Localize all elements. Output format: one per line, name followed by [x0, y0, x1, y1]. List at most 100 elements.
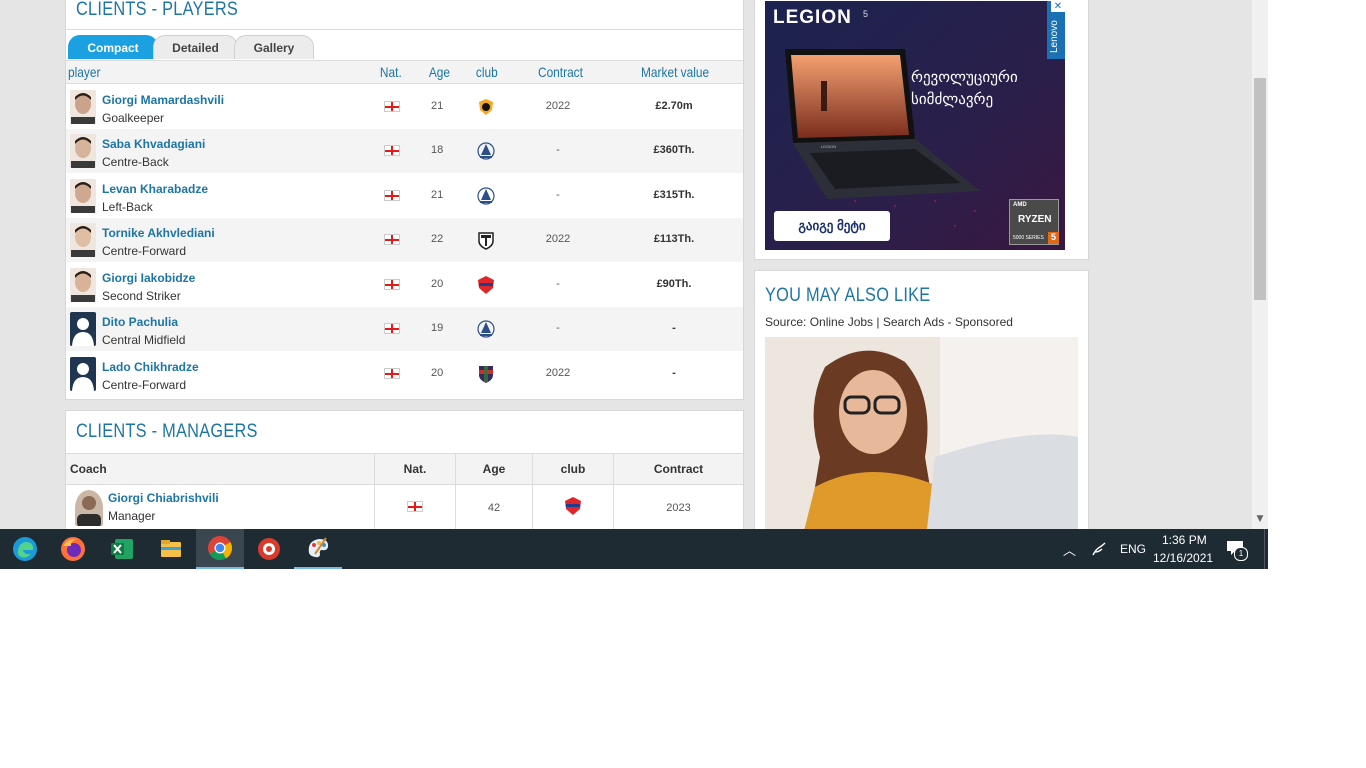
col-age[interactable]: Age [429, 64, 450, 80]
col-nationality[interactable]: Nat. [374, 454, 455, 484]
player-market-value: £113Th. [653, 233, 695, 245]
firefox-icon [61, 537, 85, 561]
georgia-flag-icon [384, 368, 400, 379]
pen-icon[interactable] [1090, 540, 1108, 558]
taskbar-paint[interactable] [294, 529, 342, 569]
tab-compact[interactable]: Compact [68, 35, 158, 59]
player-photo[interactable] [70, 134, 96, 168]
col-market-value[interactable]: Market value [641, 64, 709, 80]
player-name-link[interactable]: Giorgi Iakobidze [102, 271, 195, 285]
table-row: Lado Chikhradze Centre-Forward 20 2022 - [66, 352, 743, 396]
advert-brand: LEGION [773, 7, 852, 28]
player-contract: - [556, 322, 560, 334]
taskbar-excel[interactable] [98, 529, 146, 569]
red-crest-icon[interactable] [563, 496, 583, 516]
dinamo-tbilisi-crest-icon[interactable] [476, 141, 496, 161]
advert-cta-button[interactable]: გაიგე მეტი [774, 211, 890, 241]
player-photo[interactable] [70, 268, 96, 302]
action-center-notification-icon[interactable]: 1 [1226, 540, 1248, 561]
player-contract: 2022 [545, 233, 571, 245]
red-crest-icon[interactable] [476, 275, 496, 295]
taskbar-red-app[interactable] [245, 529, 293, 569]
coach-name-link[interactable]: Giorgi Chiabrishvili [108, 491, 219, 505]
player-age: 18 [431, 144, 444, 156]
app-red-icon [258, 538, 280, 560]
badge-main: RYZEN [1018, 214, 1052, 225]
player-photo[interactable] [70, 357, 96, 391]
advert-brand-sup: 5 [863, 9, 869, 19]
paint-icon [308, 537, 329, 558]
browser-viewport: CLIENTS - PLAYERS Compact Detailed Galle… [0, 0, 1268, 529]
col-nationality[interactable]: Nat. [380, 64, 402, 80]
player-contract: 2022 [545, 367, 571, 379]
player-name-link[interactable]: Tornike Akhvlediani [102, 226, 215, 240]
taskbar-chrome[interactable] [196, 529, 244, 569]
player-name-link[interactable]: Dito Pachulia [102, 315, 178, 329]
player-market-value: £90Th. [656, 278, 692, 290]
player-name-link[interactable]: Giorgi Mamardashvili [102, 93, 224, 107]
col-club[interactable]: club [532, 454, 613, 484]
player-contract: 2022 [545, 100, 571, 112]
lenovo-legion-advert[interactable]: LEGION 5 LEGION Lenovo ✕ რევოლუციური სიმ… [765, 1, 1065, 250]
player-position: Central Midfield [102, 333, 186, 347]
edge-icon [13, 537, 37, 561]
player-market-value: - [672, 367, 676, 379]
valencia-crest-icon[interactable] [476, 97, 496, 117]
amd-ryzen-badge: AMD RYZEN 5000 SERIES 5 [1009, 199, 1059, 245]
player-photo[interactable] [70, 179, 96, 213]
striped-crest-icon[interactable] [476, 364, 496, 384]
show-hidden-icons-chevron-icon[interactable]: ︿ [1063, 540, 1076, 559]
chrome-icon [208, 536, 233, 561]
coach-age: 42 [455, 485, 532, 529]
clock-time[interactable]: 1:36 PM [1162, 533, 1207, 547]
vertical-scrollbar[interactable]: ▼ [1252, 0, 1268, 529]
player-photo[interactable] [70, 90, 96, 124]
windows-taskbar: ︿ ENG 1:36 PM 12/16/2021 1 [0, 529, 1268, 569]
sponsored-image[interactable] [765, 337, 1078, 529]
tab-gallery[interactable]: Gallery [234, 35, 314, 59]
player-name-link[interactable]: Lado Chikhradze [102, 360, 199, 374]
dinamo-tbilisi-crest-icon[interactable] [476, 319, 496, 339]
advert-headline: რევოლუციური სიმძლავრე [911, 67, 1018, 111]
table-row: Dito Pachulia Central Midfield 19 - - [66, 307, 743, 351]
clock-date[interactable]: 12/16/2021 [1153, 551, 1213, 565]
col-age[interactable]: Age [455, 454, 532, 484]
excel-icon [111, 539, 133, 559]
taskbar-file-explorer[interactable] [147, 529, 195, 569]
player-contract: - [556, 189, 560, 201]
clients-managers-panel: CLIENTS - MANAGERS Coach Nat. Age club C… [65, 410, 744, 529]
player-age: 20 [431, 278, 444, 290]
language-indicator[interactable]: ENG [1120, 542, 1146, 556]
col-player[interactable]: player [68, 64, 100, 80]
player-photo[interactable] [70, 312, 96, 346]
taskbar-firefox[interactable] [49, 529, 97, 569]
coach-cell: Giorgi Chiabrishvili Manager [66, 485, 374, 529]
scrollbar-thumb[interactable] [1254, 78, 1266, 300]
player-position: Second Striker [102, 289, 181, 303]
col-contract[interactable]: Contract [613, 454, 743, 484]
notification-count-badge: 1 [1234, 547, 1248, 561]
tab-detailed[interactable]: Detailed [153, 35, 238, 59]
scroll-down-arrow-icon[interactable]: ▼ [1253, 512, 1267, 526]
col-contract[interactable]: Contract [538, 64, 583, 80]
divider [66, 29, 743, 30]
player-name-link[interactable]: Levan Kharabadze [102, 182, 208, 196]
shield-crest-icon[interactable] [476, 230, 496, 250]
col-club[interactable]: club [476, 64, 498, 80]
table-row: Giorgi Iakobidze Second Striker 20 - £90Th. [66, 263, 743, 307]
table-row: Saba Khvadagiani Centre-Back 18 - £360Th. [66, 129, 743, 173]
close-icon[interactable]: ✕ [1051, 1, 1065, 12]
headline-line-2: სიმძლავრე [911, 91, 994, 108]
georgia-flag-icon [384, 323, 400, 334]
table-row: Levan Kharabadze Left-Back 21 - £315Th. [66, 174, 743, 218]
col-coach[interactable]: Coach [66, 454, 374, 484]
you-may-also-like-title: YOU MAY ALSO LIKE [765, 285, 931, 306]
player-name-link[interactable]: Saba Khvadagiani [102, 137, 205, 151]
taskbar-edge[interactable] [1, 529, 49, 569]
players-section-title: CLIENTS - PLAYERS [76, 0, 239, 20]
dinamo-tbilisi-crest-icon[interactable] [476, 186, 496, 206]
sponsored-source[interactable]: Source: Online Jobs | Search Ads - Spons… [765, 315, 1013, 329]
player-photo[interactable] [70, 223, 96, 257]
show-desktop-divider[interactable] [1264, 529, 1265, 569]
table-row: Giorgi Mamardashvili Goalkeeper 21 2022 £2.7… [66, 85, 743, 129]
